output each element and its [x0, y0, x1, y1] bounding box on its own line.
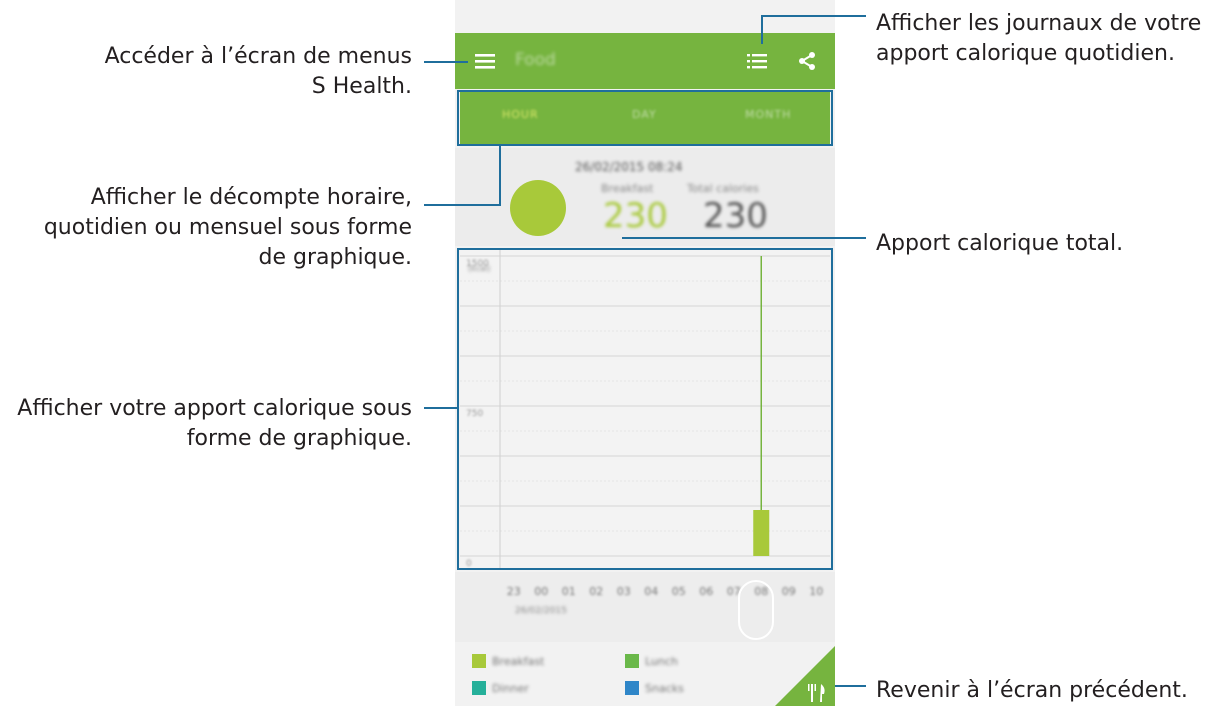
callout-graph-period-line3: de graphique.	[258, 245, 412, 270]
summary-panel: 26/02/2015 08:24 Breakfast 230 Total cal…	[455, 148, 835, 246]
callout-menu-line1: Accéder à l’écran de menus	[104, 44, 412, 69]
x-tick-label: 02	[589, 585, 604, 598]
legend-swatch-dinner	[472, 681, 486, 695]
legend-item-lunch: Lunch	[625, 654, 678, 668]
x-tick-label: 03	[616, 585, 631, 598]
time-axis[interactable]: 23 00 01 02 03 04 05 06 07 08 09 10 26/02/2015	[455, 572, 835, 642]
app-bar: Food	[455, 33, 835, 89]
list-icon	[747, 54, 767, 69]
x-tick-label: 23	[506, 585, 521, 598]
summary-datetime: 26/02/2015 08:24	[575, 160, 683, 174]
legend-label-lunch: Lunch	[645, 654, 678, 668]
x-tick-label: 09	[781, 585, 796, 598]
callout-intake-graph: Afficher votre apport calorique sous for…	[17, 394, 412, 454]
legend-swatch-snacks	[625, 681, 639, 695]
summary-circle	[510, 180, 566, 236]
x-tick-label: 00	[534, 585, 549, 598]
legend-label-snacks: Snacks	[645, 681, 684, 695]
x-tick-label: 05	[671, 585, 686, 598]
logs-button[interactable]	[735, 33, 779, 89]
legend-item-snacks: Snacks	[625, 681, 684, 695]
menu-button[interactable]	[463, 33, 507, 89]
total-label: Total calories	[687, 182, 759, 195]
page-title: Food	[515, 50, 556, 70]
back-to-food-button[interactable]	[775, 646, 835, 706]
callout-back: Revenir à l’écran précédent.	[876, 676, 1188, 706]
legend-swatch-breakfast	[472, 654, 486, 668]
highlight-chart	[457, 248, 833, 570]
callout-logs: Afficher les journaux de votre apport ca…	[876, 9, 1201, 69]
callout-menu: Accéder à l’écran de menus S Health.	[105, 42, 412, 102]
axis-date: 26/02/2015	[515, 606, 567, 616]
x-tick-label: 06	[699, 585, 714, 598]
x-tick-label: 01	[561, 585, 576, 598]
highlight-tabs	[457, 90, 833, 146]
total-value: 230	[703, 196, 768, 236]
callout-logs-line1: Afficher les journaux de votre	[876, 11, 1202, 36]
callout-back-line1: Revenir à l’écran précédent.	[876, 678, 1188, 703]
x-tick-label: 10	[809, 585, 824, 598]
hamburger-icon	[475, 54, 495, 69]
legend-item-dinner: Dinner	[472, 681, 529, 695]
legend-swatch-lunch	[625, 654, 639, 668]
callout-total: Apport calorique total.	[876, 229, 1123, 259]
fork-knife-icon	[775, 646, 835, 706]
legend-item-breakfast: Breakfast	[472, 654, 544, 668]
callout-total-line1: Apport calorique total.	[876, 231, 1124, 256]
share-icon	[799, 52, 815, 70]
legend-label-dinner: Dinner	[492, 681, 529, 695]
x-tick-label: 04	[644, 585, 659, 598]
share-button[interactable]	[785, 33, 829, 89]
callout-graph-period: Afficher le décompte horaire, quotidien …	[44, 183, 412, 273]
callout-intake-graph-line1: Afficher votre apport calorique sous	[17, 396, 412, 421]
callout-intake-graph-line2: forme de graphique.	[186, 426, 412, 451]
callout-menu-line2: S Health.	[311, 74, 412, 99]
time-selector-handle[interactable]	[738, 580, 774, 640]
legend-label-breakfast: Breakfast	[492, 654, 545, 668]
meal-value: 230	[603, 196, 668, 236]
callout-graph-period-line1: Afficher le décompte horaire,	[90, 185, 412, 210]
callout-logs-line2: apport calorique quotidien.	[876, 41, 1175, 66]
meal-label: Breakfast	[601, 182, 654, 195]
callout-graph-period-line2: quotidien ou mensuel sous forme	[43, 215, 412, 240]
